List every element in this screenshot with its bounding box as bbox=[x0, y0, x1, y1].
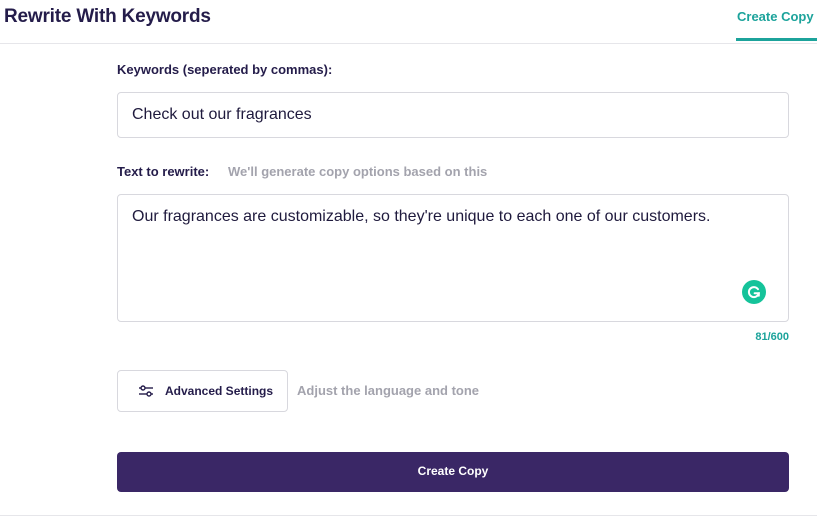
grammarly-g-glyph bbox=[747, 286, 761, 299]
tab-create-copy[interactable]: Create Copy bbox=[736, 0, 817, 41]
keywords-label: Keywords (seperated by commas): bbox=[117, 62, 333, 77]
advanced-settings-label: Advanced Settings bbox=[165, 384, 274, 398]
text-to-rewrite-value: Our fragrances are customizable, so they… bbox=[132, 208, 711, 225]
keywords-input[interactable]: Check out our fragrances bbox=[117, 92, 789, 138]
advanced-settings-hint: Adjust the language and tone bbox=[297, 383, 480, 398]
tab-create-copy-label: Create Copy bbox=[737, 9, 814, 24]
bottom-divider bbox=[0, 515, 817, 516]
create-copy-button[interactable]: Create Copy bbox=[117, 452, 789, 492]
text-to-rewrite-textarea[interactable]: Our fragrances are customizable, so they… bbox=[117, 194, 789, 322]
tab-active-underline bbox=[736, 38, 817, 41]
sliders-icon bbox=[139, 385, 153, 397]
grammarly-icon[interactable] bbox=[742, 280, 766, 304]
character-counter: 81/600 bbox=[755, 331, 789, 343]
text-to-rewrite-label: Text to rewrite: bbox=[117, 164, 210, 179]
page-title: Rewrite With Keywords bbox=[4, 6, 211, 27]
advanced-settings-button[interactable]: Advanced Settings bbox=[117, 370, 288, 412]
header: Rewrite With Keywords Create Copy bbox=[0, 0, 817, 44]
text-to-rewrite-hint: We'll generate copy options based on thi… bbox=[228, 164, 488, 179]
keywords-input-value: Check out our fragrances bbox=[132, 106, 312, 123]
create-copy-label: Create Copy bbox=[417, 464, 489, 478]
